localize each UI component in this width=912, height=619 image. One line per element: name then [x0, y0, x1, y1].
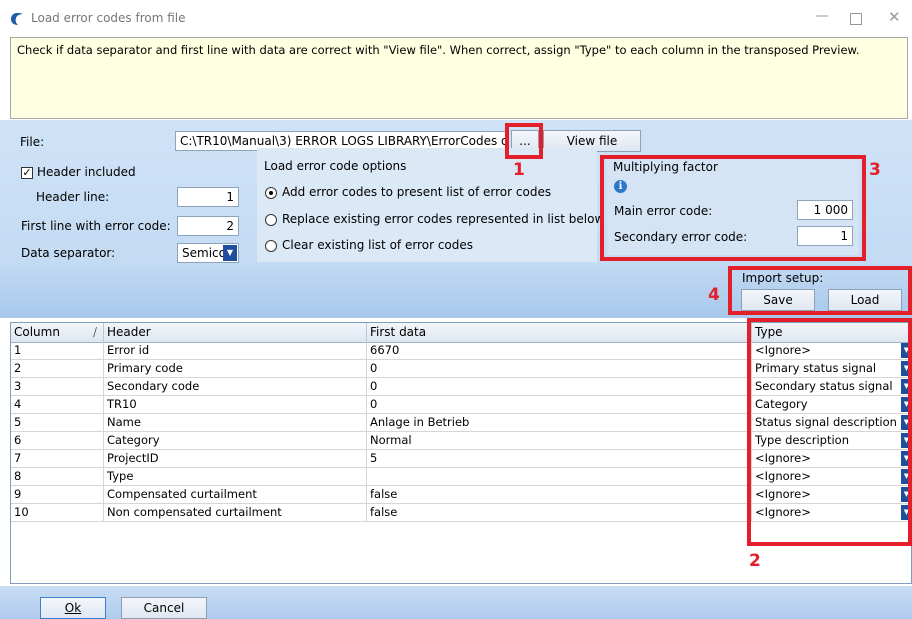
cell-column: 9 [11, 486, 104, 503]
cell-first-data-text: 6670 [370, 343, 400, 357]
cell-column-text: 6 [14, 433, 22, 447]
cell-column: 8 [11, 468, 104, 485]
cell-first-data-text: Anlage in Betrieb [370, 415, 470, 429]
cell-column-text: 3 [14, 379, 22, 393]
cell-first-data: false [367, 504, 752, 521]
radio-replace-codes-label: Replace existing error codes represented… [282, 212, 605, 226]
instruction-box: Check if data separator and first line w… [10, 37, 908, 119]
cell-first-data: 0 [367, 360, 752, 377]
header-included-label: Header included [37, 165, 136, 179]
app-logo-icon [11, 13, 23, 25]
cell-first-data-text: Normal [370, 433, 412, 447]
maximize-button[interactable] [850, 13, 862, 25]
annotation-box-3 [600, 155, 866, 261]
cell-first-data: false [367, 486, 752, 503]
cell-first-data-text: 0 [370, 361, 378, 375]
radio-clear-codes[interactable] [265, 240, 277, 252]
close-button[interactable]: ✕ [888, 8, 901, 26]
cell-column-text: 5 [14, 415, 22, 429]
data-separator-select[interactable]: Semico ▼ [177, 243, 239, 263]
cell-header: Compensated curtailment [104, 486, 367, 503]
cell-header-text: Category [107, 433, 160, 447]
cancel-button[interactable]: Cancel [121, 597, 207, 619]
cell-header-text: Type [107, 469, 134, 483]
annotation-number-2: 2 [749, 551, 761, 571]
cell-column-text: 2 [14, 361, 22, 375]
column-header-column[interactable]: Column / [11, 323, 104, 342]
cell-column: 7 [11, 450, 104, 467]
annotation-number-4: 4 [708, 285, 720, 305]
radio-add-codes-label: Add error codes to present list of error… [282, 185, 552, 199]
cell-first-data: Anlage in Betrieb [367, 414, 752, 431]
cell-column: 4 [11, 396, 104, 413]
radio-add-codes[interactable] [265, 187, 277, 199]
file-label: File: [20, 135, 45, 149]
cell-header: TR10 [104, 396, 367, 413]
minimize-button[interactable]: — [815, 8, 829, 24]
cell-column: 5 [11, 414, 104, 431]
data-separator-label: Data separator: [21, 246, 116, 260]
title-bar: Load error codes from file — ✕ [0, 0, 912, 36]
cell-column-text: 1 [14, 343, 22, 357]
header-line-input[interactable]: 1 [177, 187, 239, 207]
cell-first-data-text: 0 [370, 397, 378, 411]
cell-header: Type [104, 468, 367, 485]
cell-first-data: 0 [367, 378, 752, 395]
column-header-first-data[interactable]: First data [367, 323, 752, 342]
cell-header-text: Name [107, 415, 141, 429]
cell-first-data: 5 [367, 450, 752, 467]
cell-column-text: 4 [14, 397, 22, 411]
cell-column-text: 8 [14, 469, 22, 483]
cell-first-data [367, 468, 752, 485]
cell-column-text: 9 [14, 487, 22, 501]
cell-column: 2 [11, 360, 104, 377]
cell-first-data-text: 5 [370, 451, 378, 465]
cell-header: Error id [104, 342, 367, 359]
radio-clear-codes-label: Clear existing list of error codes [282, 238, 474, 252]
cell-header-text: ProjectID [107, 451, 159, 465]
cell-header-text: Error id [107, 343, 150, 357]
header-line-label: Header line: [36, 190, 110, 204]
footer-bar: Ok Cancel [0, 586, 912, 619]
cell-header: Name [104, 414, 367, 431]
chevron-down-icon: ▼ [223, 245, 237, 261]
load-options-title: Load error code options [264, 159, 407, 173]
cell-column: 1 [11, 342, 104, 359]
cell-first-data-text: 0 [370, 379, 378, 393]
cell-header: ProjectID [104, 450, 367, 467]
cell-column-text: 10 [14, 505, 29, 519]
cell-header-text: Compensated curtailment [107, 487, 257, 501]
cell-column: 10 [11, 504, 104, 521]
cell-first-data: 6670 [367, 342, 752, 359]
annotation-number-1: 1 [513, 160, 525, 180]
annotation-box-2 [747, 318, 912, 546]
annotation-box-1 [505, 123, 543, 159]
ok-button[interactable]: Ok [40, 597, 106, 619]
sort-indicator-icon: / [93, 325, 98, 339]
cell-header: Category [104, 432, 367, 449]
data-separator-value: Semico [182, 246, 226, 260]
column-header-header[interactable]: Header [104, 323, 367, 342]
annotation-box-4 [728, 266, 912, 315]
cell-column-text: 7 [14, 451, 22, 465]
cell-header-text: Secondary code [107, 379, 200, 393]
cell-first-data: 0 [367, 396, 752, 413]
cell-header-text: Primary code [107, 361, 183, 375]
radio-replace-codes[interactable] [265, 214, 277, 226]
annotation-number-3: 3 [869, 160, 881, 180]
cell-first-data-text: false [370, 487, 398, 501]
cell-header: Secondary code [104, 378, 367, 395]
cell-header: Primary code [104, 360, 367, 377]
first-line-input[interactable]: 2 [177, 216, 239, 236]
cell-header-text: Non compensated curtailment [107, 505, 282, 519]
cell-column: 3 [11, 378, 104, 395]
cell-header-text: TR10 [107, 397, 137, 411]
cell-column: 6 [11, 432, 104, 449]
cell-first-data-text: false [370, 505, 398, 519]
header-included-checkbox[interactable]: ✓ [21, 167, 33, 179]
first-line-label: First line with error code: [21, 219, 171, 233]
cell-header: Non compensated curtailment [104, 504, 367, 521]
window-title: Load error codes from file [31, 11, 186, 25]
cell-first-data: Normal [367, 432, 752, 449]
